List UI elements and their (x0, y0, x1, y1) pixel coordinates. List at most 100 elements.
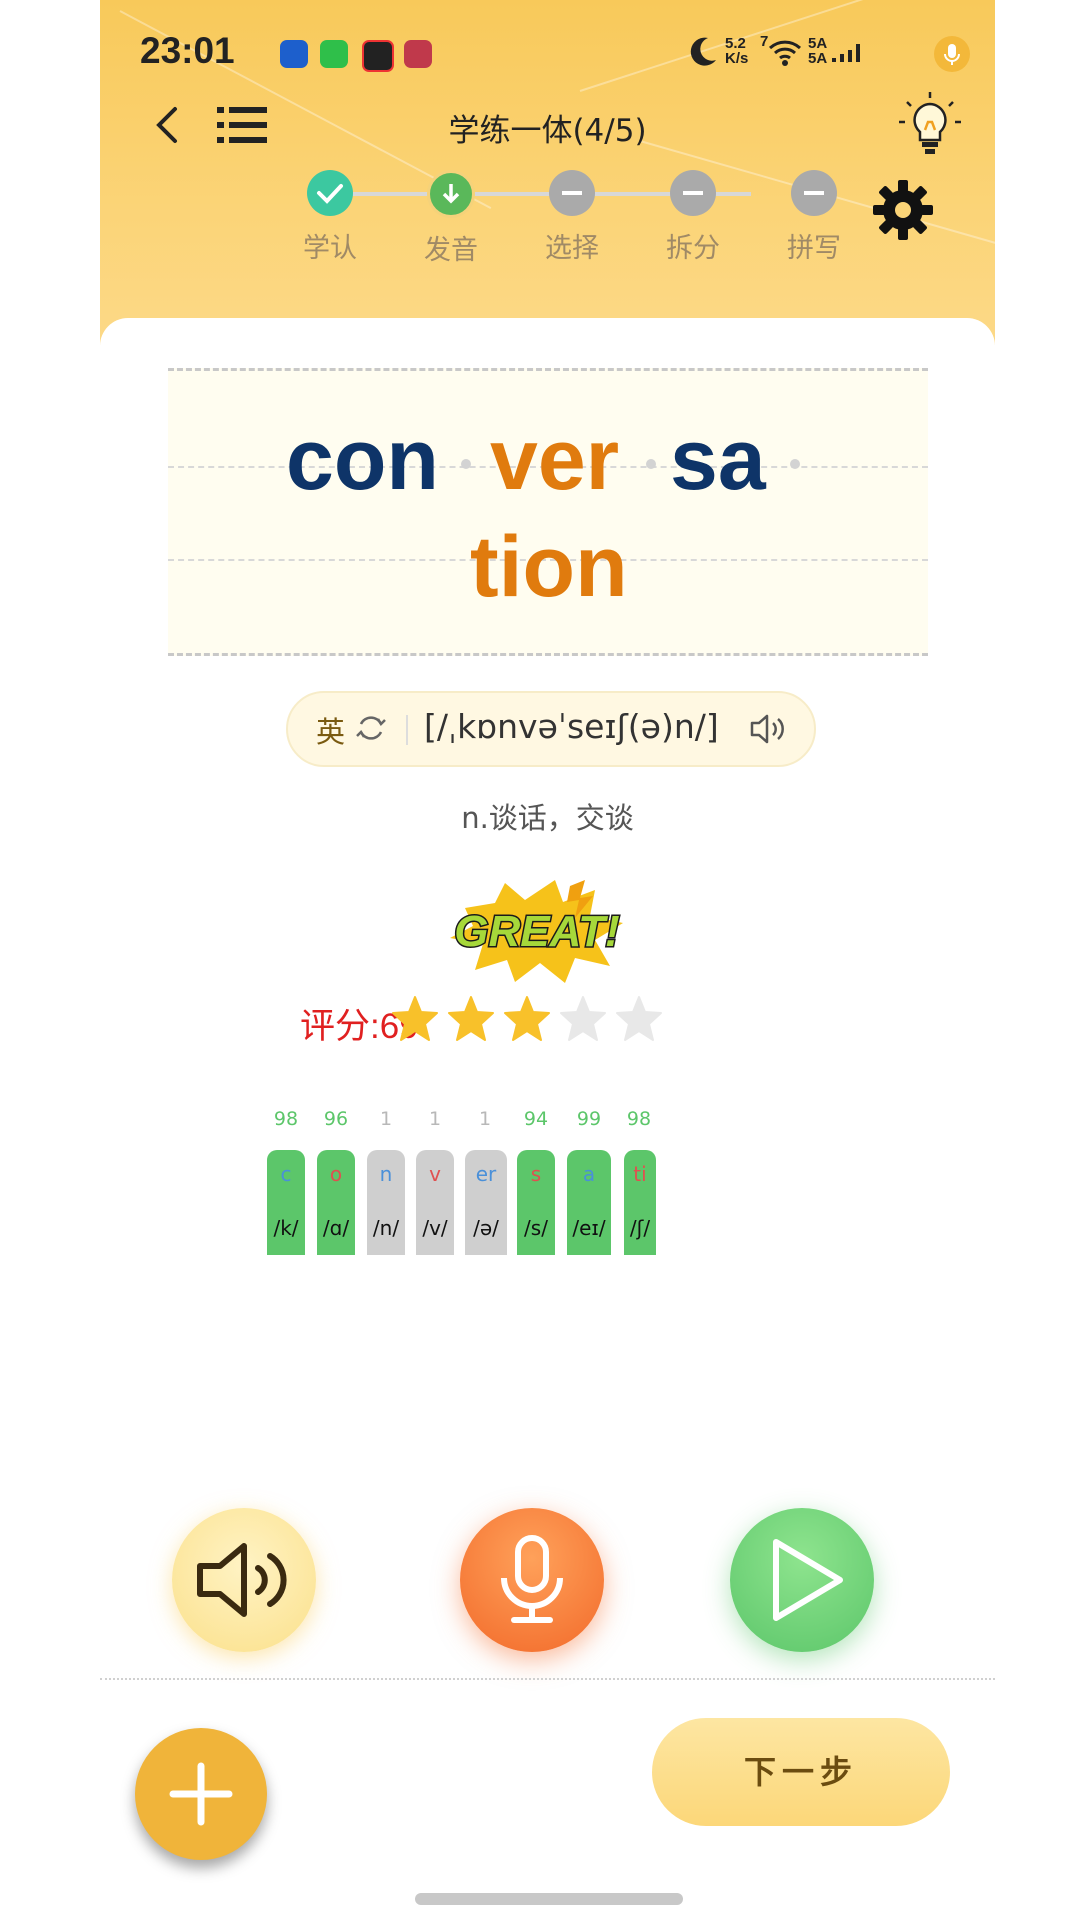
phoneme-tile[interactable]: er /ə/ (465, 1150, 507, 1255)
minus-icon (791, 170, 837, 216)
minus-icon (670, 170, 716, 216)
star-empty-icon (616, 996, 662, 1041)
phoneme-tile[interactable]: n /n/ (367, 1150, 405, 1255)
phoneme-grapheme: v (429, 1162, 441, 1186)
phoneme-ipa: /eɪ/ (572, 1216, 606, 1240)
word-meaning: n.谈话，交谈 (461, 801, 634, 835)
play-icon (773, 1539, 843, 1621)
step-choose[interactable]: 选择 (522, 170, 622, 265)
play-recording-button[interactable] (730, 1508, 874, 1652)
lightbulb-hint-icon[interactable] (895, 90, 965, 160)
phoneme-grapheme: er (475, 1162, 497, 1186)
next-step-button[interactable]: 下一步 (652, 1718, 950, 1826)
app-screen: 23:01 5.2 K/s 7 5A 5A 学练一体(4/5) 学认 发音 选择… (100, 0, 995, 1920)
wechat-icon (320, 40, 348, 68)
step-label: 发音 (424, 235, 478, 266)
speaker-icon (197, 1543, 287, 1617)
phoneme-tile[interactable]: ti /ʃ/ (624, 1150, 656, 1255)
syllable: tion (470, 519, 628, 615)
word-display: con ver sa tion (168, 368, 928, 656)
signal-1-label: 5A (808, 35, 828, 52)
notification-app-icon (280, 40, 308, 68)
phoneme-tile[interactable]: c /k/ (267, 1150, 305, 1255)
net-speed-value: 5.2 (725, 35, 746, 52)
wifi-icon (768, 40, 802, 66)
star-filled-icon (392, 996, 438, 1041)
status-time: 23:01 (140, 30, 235, 71)
phoneme-score: 96 (323, 1108, 349, 1130)
phoneme-tile[interactable]: a /eɪ/ (567, 1150, 611, 1255)
great-badge: GREAT! (450, 880, 623, 983)
settings-gear-icon[interactable] (871, 178, 935, 242)
status-bar: 23:01 5.2 K/s 7 5A 5A (140, 30, 970, 80)
phoneme-tile[interactable]: s /s/ (517, 1150, 555, 1255)
step-label: 学认 (303, 233, 357, 264)
phoneme-grapheme: c (280, 1162, 292, 1186)
step-split[interactable]: 拆分 (643, 170, 743, 265)
phoneme-grapheme: ti (633, 1162, 647, 1186)
bottom-divider (100, 1678, 995, 1680)
mic-indicator-icon (934, 36, 970, 72)
home-indicator[interactable] (415, 1893, 683, 1905)
phoneme-ipa: /ʃ/ (629, 1216, 651, 1240)
syllable-separator (790, 459, 800, 469)
phoneme-score: 1 (379, 1108, 393, 1130)
signal-2-label: 5A (808, 50, 828, 67)
phoneme-ipa: /ə/ (473, 1216, 499, 1240)
notification-app-icon (362, 40, 394, 72)
divider (406, 715, 408, 745)
phoneme-ipa: /v/ (422, 1216, 448, 1240)
progress-steps: 学认 发音 选择 拆分 拼写 (280, 170, 841, 270)
syllable-separator (461, 459, 471, 469)
step-label: 选择 (545, 233, 599, 264)
record-button[interactable] (460, 1508, 604, 1652)
step-pronounce[interactable]: 发音 (401, 170, 501, 267)
signal-icon (832, 44, 860, 62)
phoneme-grapheme: s (530, 1162, 542, 1186)
phoneme-score: 94 (523, 1108, 549, 1130)
phoneme-score: 1 (428, 1108, 442, 1130)
phoneme-ipa: /k/ (273, 1216, 299, 1240)
phoneme-grapheme: o (329, 1162, 343, 1186)
accent-toggle[interactable]: 英 (316, 709, 345, 751)
top-nav: 学练一体(4/5) (100, 92, 995, 155)
speaker-icon[interactable] (748, 711, 788, 747)
signal-labels: 5A 5A (808, 36, 827, 66)
net-speed: 5.2 K/s (725, 36, 748, 66)
step-label: 拼写 (787, 233, 841, 264)
phoneme-ipa: /n/ (372, 1216, 400, 1240)
play-original-button[interactable] (172, 1508, 316, 1652)
syllable: sa (670, 412, 766, 508)
phoneme-grapheme: n (379, 1162, 393, 1186)
star-filled-icon (504, 996, 550, 1041)
phoneme-tile[interactable]: o /ɑ/ (317, 1150, 355, 1255)
step-learn[interactable]: 学认 (280, 170, 380, 265)
phonetic-bar: 英 [/ˌkɒnvəˈseɪʃ(ə)n/] (286, 691, 816, 767)
add-button[interactable] (135, 1728, 267, 1860)
phoneme-score: 99 (576, 1108, 602, 1130)
net-speed-unit: K/s (725, 50, 749, 67)
phoneme-ipa: /ɑ/ (322, 1216, 350, 1240)
arrow-down-icon (427, 170, 475, 218)
microphone-icon (501, 1535, 563, 1623)
page-title: 学练一体(4/5) (448, 113, 647, 149)
message-app-icon (404, 40, 432, 68)
phoneme-score: 98 (273, 1108, 299, 1130)
plus-icon (169, 1762, 233, 1826)
phoneme-score: 98 (626, 1108, 652, 1130)
phoneme-tile[interactable]: v /v/ (416, 1150, 454, 1255)
header: 23:01 5.2 K/s 7 5A 5A 学练一体(4/5) 学认 发音 选择… (100, 0, 995, 345)
phoneme-score: 1 (478, 1108, 492, 1130)
star-filled-icon (448, 996, 494, 1041)
step-spell[interactable]: 拼写 (764, 170, 864, 265)
moon-icon (690, 37, 716, 66)
syllable: ver (490, 412, 620, 508)
syllable: con (286, 412, 439, 508)
refresh-switch-icon[interactable] (354, 711, 388, 745)
star-empty-icon (560, 996, 606, 1041)
syllable-separator (646, 459, 656, 469)
phoneme-ipa: /s/ (524, 1216, 548, 1240)
phoneme-grapheme: a (582, 1162, 596, 1186)
badge-text: GREAT! (454, 907, 619, 956)
check-icon (307, 170, 353, 216)
